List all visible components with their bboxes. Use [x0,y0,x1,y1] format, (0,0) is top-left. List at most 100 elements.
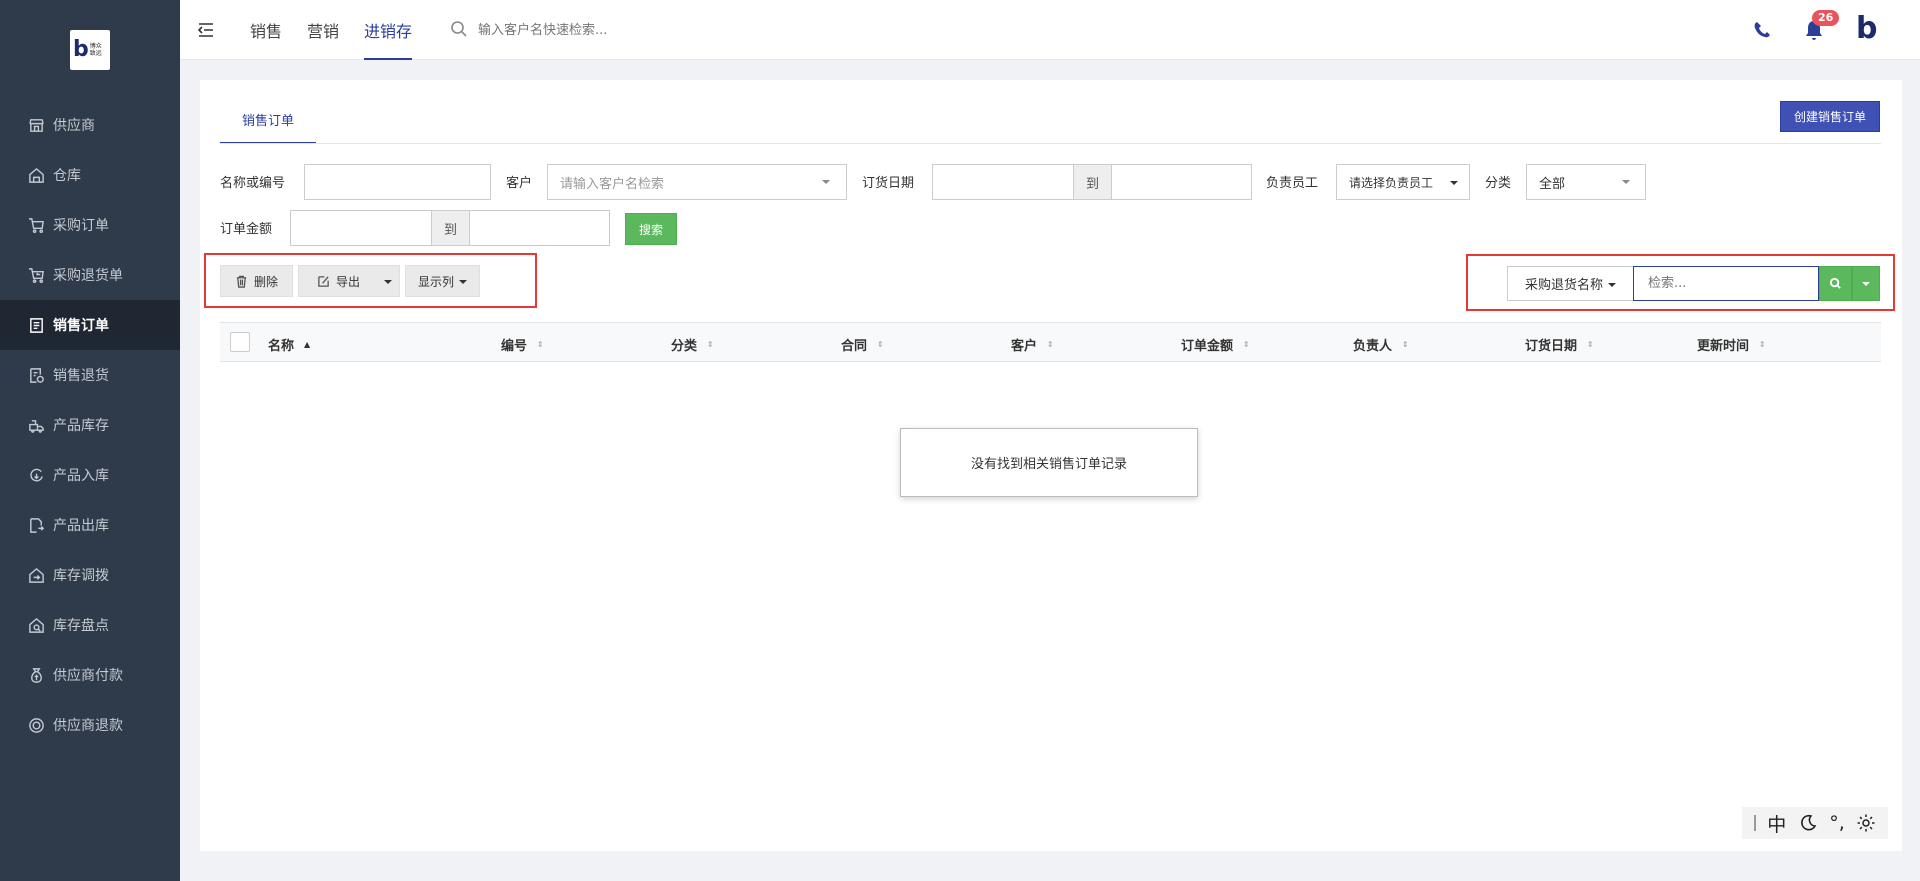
sidebar-item-sales-return[interactable]: 销售退货 [0,350,180,400]
sidebar-item-stocktake[interactable]: 库存盘点 [0,600,180,650]
chevron-down-icon [459,280,467,284]
document-return-icon [30,367,44,383]
order-list-icon [30,317,43,333]
chevron-down-icon [1450,181,1458,185]
sidebar-item-label: 销售订单 [53,318,109,334]
sidebar-item-label: 供应商付款 [53,668,123,684]
sidebar-item-label: 供应商 [53,118,95,134]
nav-tab-inventory[interactable]: 进销存 [364,18,413,60]
sidebar-item-stock-out[interactable]: 产品出库 [0,500,180,550]
ime-punctuation-toggle[interactable]: °, [1829,812,1845,834]
chevron-down-icon [1862,281,1870,286]
search-field-label: 采购退货名称 [1524,278,1603,293]
stock-in-icon [30,468,43,481]
staff-select-value: 请选择负责员工 [1349,175,1434,190]
category-select-value: 全部 [1539,176,1566,192]
gear-icon[interactable] [1856,813,1876,833]
sidebar-item-label: 库存盘点 [53,618,109,634]
sort-icon: ⇕ [877,340,884,349]
quick-search-input[interactable] [478,18,778,42]
delete-button[interactable]: 删除 [220,265,293,297]
menu-toggle-icon[interactable] [196,20,216,40]
column-header-label: 更新时间 [1697,339,1750,354]
select-all-checkbox[interactable] [230,332,250,352]
sidebar-item-sales-order[interactable]: 销售订单 [0,300,180,350]
main-panel: 销售订单 创建销售订单 名称或编号 客户 请输入客户名检索 订货日期 到 负责员… [200,80,1902,851]
sidebar-item-label: 库存调拨 [53,568,109,584]
sidebar-item-purchase-order[interactable]: 采购订单 [0,200,180,250]
table-header: 名称 ▲ 编号 ⇕ 分类 ⇕ 合同 ⇕ 客户 ⇕ 订单金额 ⇕ 负责人 ⇕ 订货日期 ⇕ 更新时… [220,322,1881,362]
sidebar-item-transfer[interactable]: 库存调拨 [0,550,180,600]
table-search-dropdown[interactable] [1852,266,1880,301]
search-button[interactable]: 搜索 [625,213,677,245]
stock-out-icon [30,517,45,533]
trash-icon [236,275,247,288]
sidebar-item-label: 仓库 [53,168,81,184]
chevron-down-icon[interactable] [384,280,392,284]
amount-range-to: 到 [431,210,470,246]
search-icon [451,21,467,37]
sidebar-item-supplier-refund[interactable]: 供应商退款 [0,700,180,750]
user-avatar[interactable]: b [1856,14,1877,44]
column-header-updated-at[interactable]: 更新时间 ⇕ [1697,335,1766,354]
customer-select[interactable]: 请输入客户名检索 [547,164,847,200]
sort-icon: ⇕ [707,340,714,349]
ime-mode-toggle[interactable]: 中 [1767,810,1786,837]
warehouse-icon [29,167,44,183]
column-header-code[interactable]: 编号 ⇕ [501,335,544,354]
create-sales-order-button[interactable]: 创建销售订单 [1780,101,1880,132]
sidebar-item-label: 产品出库 [53,518,109,534]
column-header-label: 订货日期 [1525,339,1578,354]
sidebar-item-supplier[interactable]: 供应商 [0,100,180,150]
chevron-down-icon [1608,282,1616,287]
chevron-down-icon [822,180,830,184]
logo-text: 博众致远 [89,43,102,57]
sidebar-item-label: 产品入库 [53,468,109,484]
sidebar-item-stock-in[interactable]: 产品入库 [0,450,180,500]
sidebar-item-supplier-payment[interactable]: 供应商付款 [0,650,180,700]
ime-drag-handle[interactable] [1753,815,1756,831]
column-header-order-date[interactable]: 订货日期 ⇕ [1525,335,1594,354]
staff-label: 负责员工 [1266,176,1319,191]
table-search-input[interactable] [1633,266,1819,301]
sidebar-item-purchase-return[interactable]: 采购退货单 [0,250,180,300]
stocktake-icon [29,617,44,633]
order-amount-max-input[interactable] [469,210,610,246]
sidebar-item-warehouse[interactable]: 仓库 [0,150,180,200]
name-code-label: 名称或编号 [220,176,286,191]
column-header-contract[interactable]: 合同 ⇕ [841,335,884,354]
nav-tab-sales[interactable]: 销售 [250,18,282,60]
column-header-category[interactable]: 分类 ⇕ [671,335,714,354]
name-code-input[interactable] [304,164,491,200]
search-icon [1829,277,1841,289]
tab-sales-order[interactable]: 销售订单 [220,100,317,144]
sidebar-item-inventory[interactable]: 产品库存 [0,400,180,450]
moon-icon[interactable] [1798,813,1818,833]
column-header-customer[interactable]: 客户 ⇕ [1011,335,1054,354]
sidebar-item-label: 采购退货单 [53,268,123,284]
refund-icon [29,717,44,733]
cart-return-icon [28,267,44,283]
sidebar-item-label: 采购订单 [53,218,109,234]
sort-icon: ⇕ [1243,340,1250,349]
logo-letter: b [73,37,89,62]
display-columns-button[interactable]: 显示列 [405,265,480,297]
column-header-label: 客户 [1011,339,1038,354]
date-range-to: 到 [1073,164,1112,200]
column-header-order-amount[interactable]: 订单金额 ⇕ [1181,335,1250,354]
column-header-name[interactable]: 名称 ▲ [268,335,310,354]
order-amount-min-input[interactable] [290,210,432,246]
order-date-end-input[interactable] [1111,164,1252,200]
sort-icon: ⇕ [1047,340,1054,349]
sort-icon: ⇕ [537,340,544,349]
delete-button-label: 删除 [253,274,278,289]
category-label: 分类 [1485,176,1512,191]
phone-icon[interactable] [1752,20,1772,40]
order-date-start-input[interactable] [932,164,1074,200]
app-logo[interactable]: b 博众致远 [70,30,110,70]
cart-icon [28,217,44,233]
table-search-button[interactable] [1819,266,1852,301]
search-field-select[interactable]: 采购退货名称 [1507,266,1634,301]
column-header-owner[interactable]: 负责人 ⇕ [1353,335,1409,354]
nav-tab-marketing[interactable]: 营销 [307,18,339,60]
